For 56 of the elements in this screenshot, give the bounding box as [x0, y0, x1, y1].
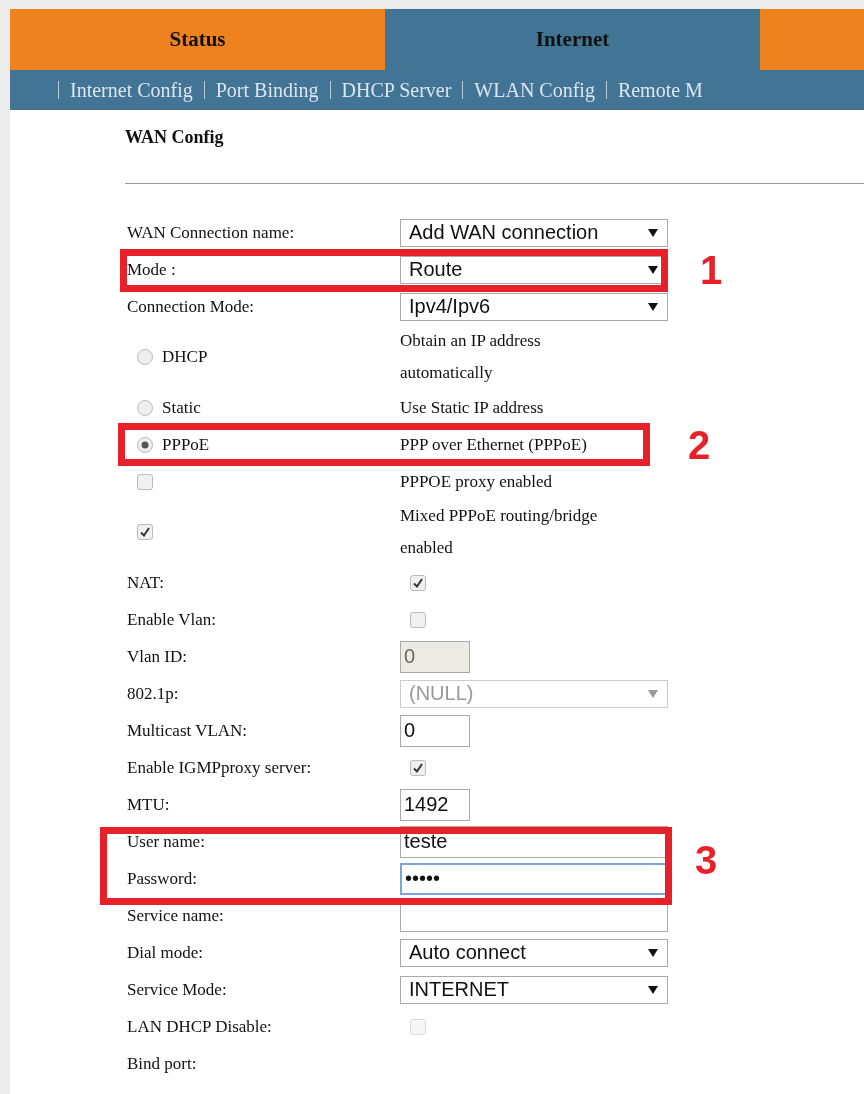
- field-label: MTU:: [127, 794, 170, 815]
- dropdown[interactable]: Add WAN connection: [400, 218, 668, 247]
- field-label: Dial mode:: [127, 942, 203, 963]
- checkbox[interactable]: [137, 473, 153, 490]
- option-description: Obtain an IP address automatically: [400, 330, 542, 384]
- text-field[interactable]: 1492: [400, 788, 470, 821]
- option-label: Static: [162, 397, 201, 418]
- option-label: PPPoE: [162, 434, 210, 455]
- field-label: NAT:: [127, 572, 164, 593]
- caret-icon: [647, 947, 659, 958]
- nav-link[interactable]: Remote M: [617, 78, 703, 102]
- field-label: Service Mode:: [127, 979, 227, 1000]
- radio-button[interactable]: [137, 436, 153, 453]
- text-field[interactable]: •••••: [400, 862, 668, 895]
- checkbox[interactable]: [410, 611, 426, 628]
- field-label: WAN Connection name:: [127, 222, 295, 243]
- radio-button[interactable]: [137, 399, 153, 416]
- field-label: Mode :: [127, 259, 176, 280]
- option-description: Use Static IP address: [400, 396, 544, 419]
- field-label: Multicast VLAN:: [127, 720, 248, 741]
- field-label: Service name:: [127, 905, 224, 926]
- callout-number: 3: [695, 837, 718, 883]
- field-label: Vlan ID:: [127, 646, 187, 667]
- nav-link[interactable]: DHCP Server: [341, 78, 452, 102]
- checkbox[interactable]: [410, 574, 426, 591]
- field-label: Bind port:: [127, 1053, 197, 1074]
- dropdown[interactable]: Auto connect: [400, 938, 668, 967]
- option-description: PPP over Ethernet (PPPoE): [400, 433, 587, 456]
- option-description: Mixed PPPoE routing/bridge enabled: [400, 505, 599, 559]
- caret-icon: [647, 984, 659, 995]
- radio-button[interactable]: [137, 349, 153, 365]
- field-label: Enable IGMPproxy server:: [127, 757, 312, 778]
- callout-number: 2: [688, 422, 711, 467]
- text-field[interactable]: 0: [400, 714, 470, 747]
- nav-link[interactable]: WLAN Config: [474, 78, 595, 102]
- nav-tab[interactable]: Internet: [385, 9, 760, 70]
- callout-number: 1: [700, 247, 723, 292]
- field-label: User name:: [127, 831, 205, 852]
- caret-icon: [647, 301, 659, 312]
- dropdown[interactable]: Ipv4/Ipv6: [400, 292, 668, 321]
- field-label: Password:: [127, 868, 197, 889]
- section-title: WAN Config: [125, 127, 224, 148]
- option-description: PPPOE proxy enabled: [400, 470, 553, 493]
- field-label: Enable Vlan:: [127, 609, 216, 630]
- caret-icon: [647, 688, 659, 699]
- caret-icon: [647, 227, 659, 238]
- field-label: 802.1p:: [127, 683, 179, 704]
- nav-link[interactable]: Internet Config: [70, 78, 193, 102]
- checkbox[interactable]: [410, 759, 426, 776]
- dropdown[interactable]: INTERNET: [400, 975, 668, 1004]
- caret-icon: [647, 264, 659, 275]
- nav-link[interactable]: Port Binding: [215, 78, 319, 102]
- field-label: LAN DHCP Disable:: [127, 1016, 272, 1037]
- option-label: DHCP: [162, 347, 208, 367]
- checkbox[interactable]: [137, 524, 153, 540]
- field-label: Connection Mode:: [127, 296, 254, 317]
